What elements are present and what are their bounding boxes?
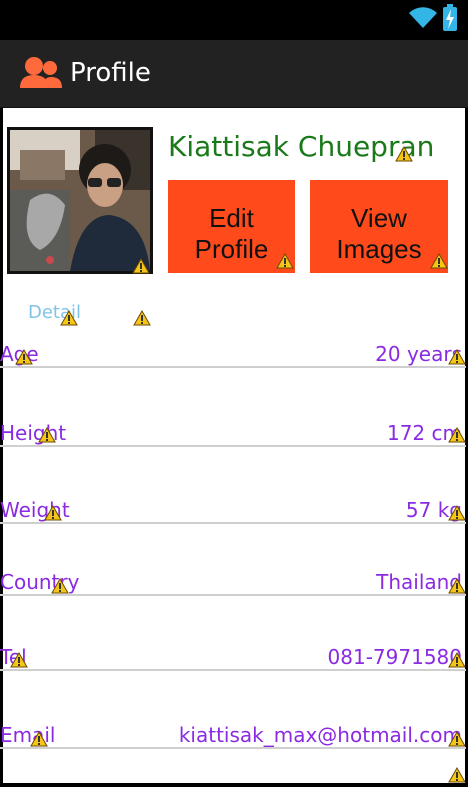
- row-divider: [0, 366, 466, 368]
- warning-icon: [395, 146, 413, 162]
- view-images-button[interactable]: View Images: [310, 180, 448, 273]
- wifi-icon: [409, 7, 437, 29]
- profile-photo[interactable]: [7, 127, 153, 274]
- detail-row-weight: Weight 57 kg: [0, 498, 466, 528]
- warning-icon: [15, 349, 33, 365]
- warning-icon: [448, 505, 466, 521]
- detail-row-email: Email kiattisak_max@hotmail.com: [0, 723, 466, 753]
- warning-icon: [448, 731, 466, 747]
- people-icon[interactable]: [20, 56, 62, 90]
- page-title: Profile: [70, 58, 151, 88]
- detail-row-height: Height 172 cm: [0, 421, 466, 451]
- warning-icon: [133, 310, 151, 326]
- warning-icon: [448, 767, 466, 783]
- row-divider: [0, 522, 466, 524]
- warning-icon: [132, 258, 150, 274]
- warning-icon: [44, 505, 62, 521]
- warning-icon: [448, 652, 466, 668]
- warning-icon: [38, 427, 56, 443]
- warning-icon: [448, 427, 466, 443]
- row-divider: [0, 594, 466, 596]
- row-divider: [0, 445, 466, 447]
- status-bar: [0, 0, 468, 40]
- warning-icon: [430, 253, 448, 269]
- warning-icon: [51, 578, 69, 594]
- battery-icon: [443, 4, 457, 31]
- row-divider: [0, 747, 466, 749]
- warning-icon: [10, 652, 28, 668]
- warning-icon: [60, 310, 78, 326]
- detail-row-age: Age 20 years: [0, 342, 466, 372]
- detail-row-country: Country Thailand: [0, 570, 466, 600]
- warning-icon: [448, 578, 466, 594]
- detail-label: Height: [0, 421, 67, 445]
- row-divider: [0, 669, 466, 671]
- detail-value: kiattisak_max@hotmail.com: [178, 723, 462, 747]
- warning-icon: [448, 349, 466, 365]
- detail-row-tel: Tel 081-7971580: [0, 645, 466, 675]
- warning-icon: [276, 253, 294, 269]
- detail-value: 081-7971580: [327, 645, 462, 669]
- warning-icon: [30, 731, 48, 747]
